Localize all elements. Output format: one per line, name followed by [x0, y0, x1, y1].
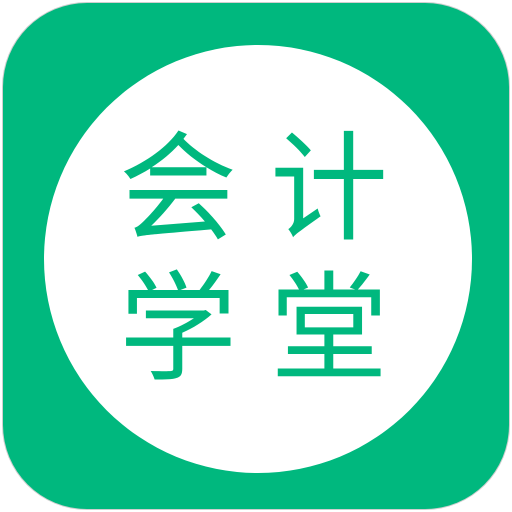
logo-circle — [44, 45, 472, 473]
logo-char-2: 计 — [269, 120, 388, 258]
logo-char-1: 会 — [118, 120, 237, 258]
logo-char-4: 堂 — [269, 260, 388, 398]
app-icon: 会 计 学 堂 — [3, 3, 509, 509]
logo-char-3: 学 — [118, 260, 237, 398]
